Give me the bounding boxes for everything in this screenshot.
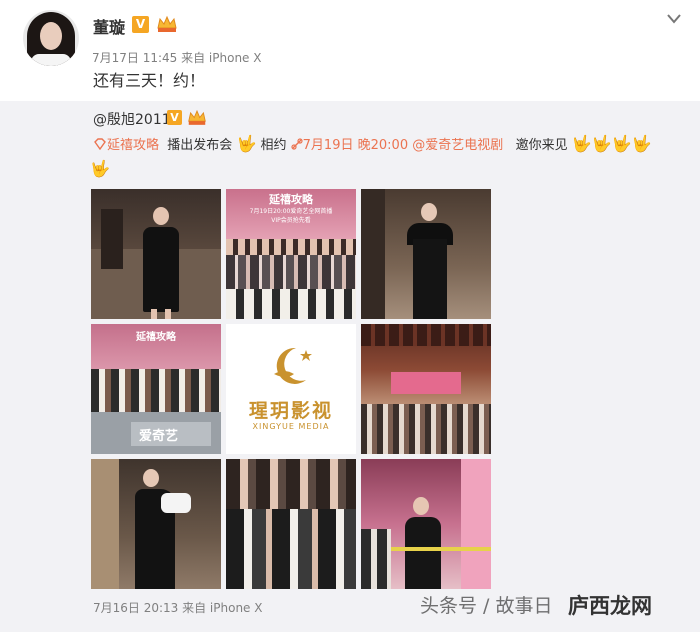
member-crown-icon	[188, 109, 206, 125]
photo-thumbnail[interactable]	[361, 459, 491, 589]
photo-thumbnail[interactable]	[361, 189, 491, 319]
rock-hand-icon: 🤟	[571, 134, 592, 153]
repost-author[interactable]: @殷旭2011	[93, 109, 171, 129]
moon-logo-icon	[274, 347, 312, 384]
verified-badge-icon: V	[167, 110, 182, 125]
author-name[interactable]: 董璇	[93, 14, 125, 38]
rock-hand-icon: 🤟	[591, 134, 612, 153]
rock-hand-icon: 🤟	[611, 134, 632, 153]
repost-timestamp[interactable]: 7月16日 20:13 来自 iPhone X	[93, 599, 262, 616]
logo-chinese: 瑆玥影视	[248, 400, 333, 422]
banner-subtitle-2: VIP会员抢先看	[271, 217, 311, 224]
post-text: 还有三天！约！	[93, 71, 206, 90]
mention-link[interactable]: @爱奇艺电视剧	[412, 138, 503, 153]
repost-text: 延禧攻略 播出发布会 🤟 相约 7月19日 晚20:00 @爱奇艺电视剧 邀你来…	[93, 134, 652, 153]
rock-hand-icon: 🤟	[631, 134, 652, 153]
photo-thumbnail[interactable]	[361, 324, 491, 454]
topic-link[interactable]: 延禧攻略	[107, 138, 159, 153]
banner-title: 延禧攻略	[269, 193, 313, 206]
photo-thumbnail[interactable]	[91, 459, 221, 589]
logo-english: XINGYUE MEDIA	[252, 422, 330, 431]
image-grid: 延禧攻略 7月19日20:00爱奇艺全网首播 VIP会员抢先看 延禧攻略 爱奇艺	[91, 189, 491, 589]
photo-thumbnail[interactable]	[91, 189, 221, 319]
rock-hand-icon: 🤟	[236, 134, 257, 153]
link-icon	[291, 138, 303, 150]
avatar[interactable]	[23, 10, 79, 66]
post-timestamp[interactable]: 7月17日 11:45 来自 iPhone X	[92, 49, 261, 66]
watermark-text: 头条号 / 故事日	[420, 595, 553, 617]
diamond-link-icon	[94, 138, 106, 151]
chevron-down-icon[interactable]	[665, 12, 683, 26]
photo-thumbnail[interactable]: 瑆玥影视 XINGYUE MEDIA	[226, 324, 356, 454]
rock-hand-icon: 🤟	[90, 159, 110, 178]
photo-thumbnail[interactable]: 延禧攻略 7月19日20:00爱奇艺全网首播 VIP会员抢先看	[226, 189, 356, 319]
repost-card: @殷旭2011 V 延禧攻略 播出发布会 🤟 相约 7月19日 晚20:00 @…	[0, 101, 700, 632]
banner-title: 延禧攻略	[136, 332, 176, 343]
photo-thumbnail[interactable]	[226, 459, 356, 589]
verified-badge-icon: V	[132, 16, 149, 33]
brand-text: 爱奇艺	[139, 429, 179, 444]
repost-text-d: 邀你来见	[515, 138, 568, 153]
date-link[interactable]: 7月19日	[303, 138, 354, 153]
time-link[interactable]: 晚20:00	[358, 138, 408, 153]
member-crown-icon	[157, 15, 177, 32]
banner-subtitle: 7月19日20:00爱奇艺全网首播	[249, 208, 333, 215]
repost-text-b: 相约	[260, 138, 287, 153]
photo-thumbnail[interactable]: 延禧攻略 爱奇艺	[91, 324, 221, 454]
watermark-site: 庐西龙网	[568, 594, 652, 618]
repost-text-a: 播出发布会	[167, 138, 233, 153]
